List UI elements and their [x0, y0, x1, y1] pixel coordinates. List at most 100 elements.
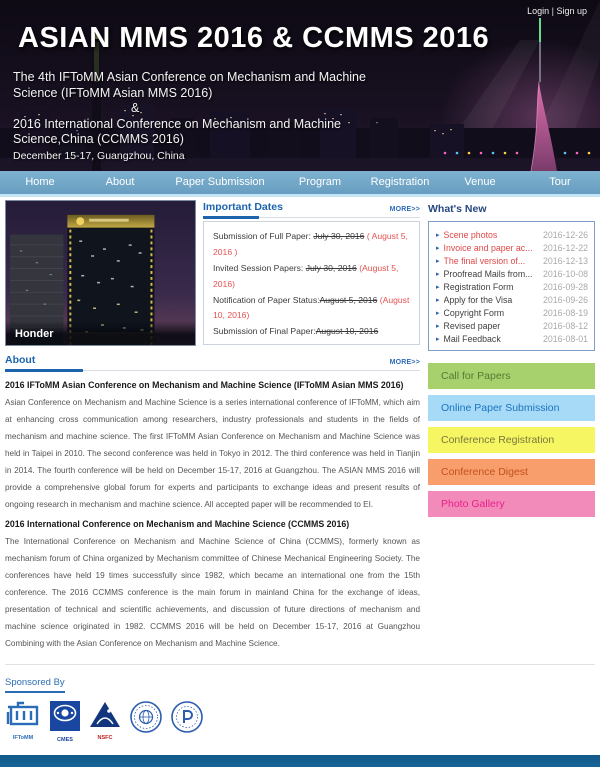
- news-date: 2016-09-28: [543, 282, 588, 292]
- news-date: 2016-12-26: [543, 230, 588, 240]
- bullet-arrow-icon: ▸: [436, 309, 440, 317]
- whats-new-box: ▸Scene photos2016-12-26 ▸Invoice and pap…: [428, 221, 595, 351]
- about-title: About: [5, 354, 35, 366]
- page: Login | Sign up ASIAN MMS 2016 & CCMMS 2…: [0, 0, 600, 767]
- nsfc-logo-caption: NSFC: [89, 735, 121, 741]
- quick-link-call-for-papers[interactable]: Call for Papers: [428, 363, 595, 389]
- date-item: Submission of Full Paper: July 30, 2016 …: [213, 229, 410, 261]
- right-column: What's New ▸Scene photos2016-12-26 ▸Invo…: [428, 200, 595, 652]
- bullet-arrow-icon: ▸: [436, 335, 440, 343]
- date-label: Invited Session Papers:: [213, 263, 306, 273]
- footer: Home|About|Paper Submission|Program|Regi…: [0, 755, 600, 767]
- news-date: 2016-09-26: [543, 295, 588, 305]
- iftomm-logo-icon: [5, 701, 41, 729]
- news-item[interactable]: ▸ Registration Form2016-09-28: [435, 281, 588, 294]
- news-item[interactable]: ▸ Revised paper2016-08-12: [435, 319, 588, 332]
- sponsored-by-title: Sponsored By: [5, 677, 65, 693]
- bullet-arrow-icon: ▸: [436, 270, 440, 278]
- about-heading-ccmms: 2016 International Conference on Mechani…: [5, 516, 420, 533]
- date-item: Invited Session Papers: July 30, 2016 (A…: [213, 261, 410, 293]
- about-paragraph-asian-mms: Asian Conference on Mechanism and Machin…: [5, 394, 420, 513]
- sponsor-logos: IFToMM CMES NSFC: [5, 701, 595, 743]
- old-date: July 30, 2016: [306, 263, 357, 273]
- date-label: Submission of Full Paper:: [213, 231, 313, 241]
- society-seal-icon: [130, 701, 162, 733]
- news-item[interactable]: ▸ Copyright Form2016-08-19: [435, 306, 588, 319]
- iftomm-logo[interactable]: IFToMM: [5, 701, 41, 741]
- news-item[interactable]: ▸ Proofread Mails from...2016-10-08: [435, 268, 588, 281]
- quick-link-photo-gallery[interactable]: Photo Gallery: [428, 491, 595, 517]
- account-bar: Login | Sign up: [527, 6, 587, 16]
- news-item[interactable]: ▸ The final version of...2016-12-13: [435, 255, 588, 268]
- nsfc-logo[interactable]: NSFC: [89, 701, 121, 741]
- news-label[interactable]: Registration Form: [444, 282, 543, 292]
- top-row: · · · Honder Important Dates MORE>> Subm…: [5, 200, 420, 346]
- bullet-arrow-icon: ▸: [436, 257, 440, 265]
- important-dates-more-link[interactable]: MORE>>: [390, 206, 420, 213]
- nav-item-program[interactable]: Program: [280, 171, 360, 194]
- news-date: 2016-08-12: [543, 321, 588, 331]
- society-seal-logo[interactable]: [130, 701, 162, 738]
- content-area: · · · Honder Important Dates MORE>> Subm…: [0, 197, 600, 652]
- about-paragraph-ccmms: The International Conference on Mechanis…: [5, 533, 420, 652]
- nsfc-logo-icon: [89, 701, 121, 729]
- about-header: About MORE>>: [5, 353, 420, 371]
- important-dates-section: Important Dates MORE>> Submission of Ful…: [203, 200, 420, 346]
- hotel-banner[interactable]: · · · Honder: [5, 200, 196, 346]
- nav-item-home[interactable]: Home: [0, 171, 80, 194]
- bullet-arrow-icon: ▸: [436, 244, 440, 252]
- cmes-logo[interactable]: CMES: [50, 701, 80, 743]
- about-section: About MORE>> 2016 IFToMM Asian Conferenc…: [5, 353, 420, 652]
- nav-item-paper-submission[interactable]: Paper Submission: [160, 171, 280, 194]
- important-dates-header: Important Dates MORE>>: [203, 200, 420, 218]
- nav-item-registration[interactable]: Registration: [360, 171, 440, 194]
- news-label[interactable]: Apply for the Visa: [444, 295, 543, 305]
- bullet-arrow-icon: ▸: [436, 322, 440, 330]
- whats-new-title: What's New: [428, 200, 595, 221]
- news-date: 2016-12-22: [543, 243, 588, 253]
- bullet-arrow-icon: ▸: [436, 296, 440, 304]
- date-label: Notification of Paper Status:: [213, 295, 320, 305]
- news-label[interactable]: Proofread Mails from...: [444, 269, 543, 279]
- old-date: August 5, 2016: [320, 295, 378, 305]
- important-dates-box: Submission of Full Paper: July 30, 2016 …: [203, 221, 420, 345]
- iftomm-logo-caption: IFToMM: [5, 735, 41, 741]
- signup-link[interactable]: Sign up: [556, 6, 587, 16]
- news-date: 2016-10-08: [543, 269, 588, 279]
- news-label[interactable]: Invoice and paper ac...: [444, 243, 543, 253]
- hero-banner: Login | Sign up ASIAN MMS 2016 & CCMMS 2…: [0, 0, 600, 171]
- ampersand: &: [13, 101, 387, 117]
- login-link[interactable]: Login: [527, 6, 549, 16]
- nav-item-tour[interactable]: Tour: [520, 171, 600, 194]
- conference-dates: December 15-17, Guangzhou, China: [13, 150, 387, 163]
- quick-link-conference-digest[interactable]: Conference Digest: [428, 459, 595, 485]
- quick-link-online-paper-submission[interactable]: Online Paper Submission: [428, 395, 595, 421]
- new-date: (August 15, 2016): [213, 342, 281, 345]
- conference-subtitle-2: 2016 International Conference on Mechani…: [13, 117, 387, 148]
- quick-link-conference-registration[interactable]: Conference Registration: [428, 427, 595, 453]
- news-item[interactable]: ▸ Invoice and paper ac...2016-12-22: [435, 242, 588, 255]
- news-label[interactable]: Copyright Form: [444, 308, 543, 318]
- hero-subtitle-block: The 4th IFToMM Asian Conference on Mecha…: [13, 70, 387, 163]
- nav-item-venue[interactable]: Venue: [440, 171, 520, 194]
- news-label[interactable]: Mail Feedback: [444, 334, 543, 344]
- conference-subtitle-1: The 4th IFToMM Asian Conference on Mecha…: [13, 70, 387, 101]
- date-label: Submission of Final Paper:: [213, 326, 316, 336]
- nav-item-about[interactable]: About: [80, 171, 160, 194]
- institute-seal-logo[interactable]: [171, 701, 203, 738]
- cmes-logo-icon: [50, 701, 80, 731]
- news-date: 2016-12-13: [543, 256, 588, 266]
- news-date: 2016-08-19: [543, 308, 588, 318]
- about-more-link[interactable]: MORE>>: [390, 359, 420, 366]
- news-label[interactable]: Scene photos: [444, 230, 543, 240]
- news-date: 2016-08-01: [543, 334, 588, 344]
- date-item: Notification of Paper Status:August 5, 2…: [213, 293, 410, 325]
- banner-caption: Honder: [6, 321, 195, 345]
- about-heading-asian-mms: 2016 IFToMM Asian Conference on Mechanis…: [5, 377, 420, 394]
- news-item[interactable]: ▸ Apply for the Visa2016-09-26: [435, 293, 588, 306]
- news-item[interactable]: ▸ Mail Feedback2016-08-01: [435, 332, 588, 345]
- news-label[interactable]: The final version of...: [444, 256, 543, 266]
- news-item[interactable]: ▸Scene photos2016-12-26: [435, 229, 588, 242]
- bullet-arrow-icon: ▸: [436, 283, 440, 291]
- news-label[interactable]: Revised paper: [444, 321, 543, 331]
